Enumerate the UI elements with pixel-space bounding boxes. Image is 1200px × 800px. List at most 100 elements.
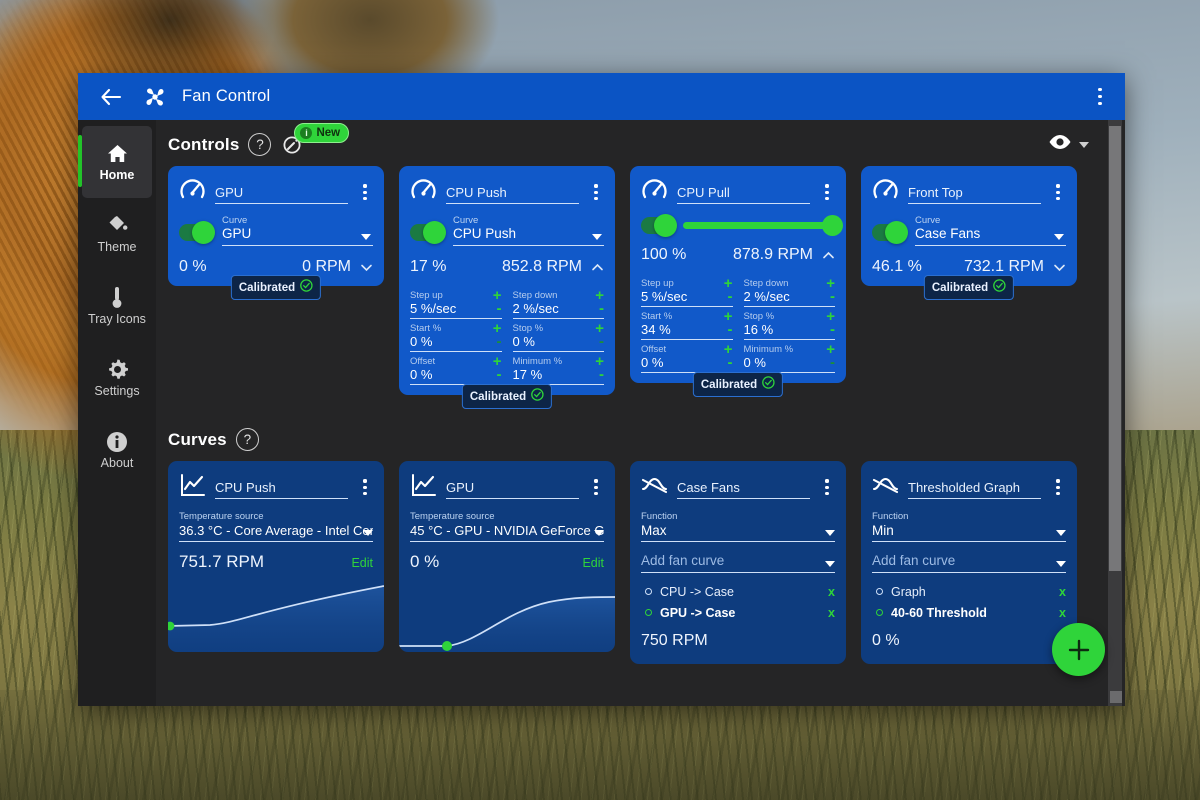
decrement-button[interactable]: - [830,358,835,368]
list-item[interactable]: GPU -> Case x [641,602,835,623]
control-enable-toggle[interactable] [179,224,212,241]
card-kebab-menu-icon[interactable] [819,184,835,204]
step-value[interactable]: 0 % [410,334,432,349]
decrement-button[interactable]: - [497,337,502,347]
sidebar-item-home[interactable]: Home [82,126,152,198]
edit-curve-button[interactable]: Edit [582,556,604,570]
list-item[interactable]: 40-60 Threshold x [872,602,1066,623]
step-value[interactable]: 2 %/sec [513,301,559,316]
control-enable-toggle[interactable] [641,217,674,234]
increment-button[interactable]: + [493,357,502,367]
add-fan-curve-select[interactable]: Add fan curve [872,551,1066,573]
back-arrow-icon[interactable] [96,82,126,112]
curve-select[interactable]: Curve Case Fans [915,215,1066,246]
temperature-source-select[interactable]: Temperature source 36.3 °C - Core Averag… [179,511,373,542]
curve-card-cpu-push: CPU Push Temperature source 36.3 °C - Co… [168,461,384,652]
curve-name-field[interactable]: GPU [446,480,579,499]
curve-select[interactable]: Curve CPU Push [453,215,604,246]
curve-name-field[interactable]: Case Fans [677,480,810,499]
chevron-down-icon [361,234,371,240]
increment-button[interactable]: + [595,357,604,367]
card-kebab-menu-icon[interactable] [819,479,835,499]
decrement-button[interactable]: - [497,304,502,314]
control-name-field[interactable]: GPU [215,185,348,204]
scrollbar-thumb[interactable] [1109,126,1121,571]
decrement-button[interactable]: - [728,358,733,368]
curve-graph-preview[interactable] [399,580,615,652]
increment-button[interactable]: + [826,345,835,355]
decrement-button[interactable]: - [599,304,604,314]
card-kebab-menu-icon[interactable] [588,184,604,204]
decrement-button[interactable]: - [728,292,733,302]
remove-icon[interactable]: x [1059,585,1066,599]
decrement-button[interactable]: - [830,325,835,335]
step-value[interactable]: 34 % [641,322,671,337]
add-fan-curve-select[interactable]: Add fan curve [641,551,835,573]
add-button[interactable] [1052,623,1105,676]
increment-button[interactable]: + [493,324,502,334]
control-enable-toggle[interactable] [872,224,905,241]
card-kebab-menu-icon[interactable] [588,479,604,499]
control-name-field[interactable]: CPU Push [446,185,579,204]
chevron-up-icon[interactable] [591,261,604,274]
wrench-icon[interactable]: i New [280,131,308,159]
step-value[interactable]: 0 % [641,355,663,370]
increment-button[interactable]: + [595,324,604,334]
curve-name-field[interactable]: Thresholded Graph [908,480,1041,499]
control-name-field[interactable]: CPU Pull [677,185,810,204]
mix-curve-icon [641,472,668,499]
curve-select[interactable]: Curve GPU [222,215,373,246]
remove-icon[interactable]: x [828,606,835,620]
decrement-button[interactable]: - [497,370,502,380]
increment-button[interactable]: + [826,312,835,322]
chevron-down-icon[interactable] [1053,261,1066,274]
chevron-up-icon[interactable] [822,249,835,262]
card-kebab-menu-icon[interactable] [1050,479,1066,499]
card-kebab-menu-icon[interactable] [357,184,373,204]
temperature-source-select[interactable]: Temperature source 45 °C - GPU - NVIDIA … [410,511,604,542]
sidebar-item-tray-icons[interactable]: Tray Icons [78,270,156,342]
sidebar-item-about[interactable]: About [78,414,156,486]
increment-button[interactable]: + [595,291,604,301]
chevron-down-icon[interactable] [360,261,373,274]
remove-icon[interactable]: x [1059,606,1066,620]
curves-help-icon[interactable]: ? [236,428,259,451]
curve-graph-preview[interactable] [168,580,384,652]
step-value[interactable]: 2 %/sec [744,289,790,304]
step-value[interactable]: 5 %/sec [410,301,456,316]
function-select[interactable]: Function Max [641,511,835,542]
edit-curve-button[interactable]: Edit [351,556,373,570]
card-kebab-menu-icon[interactable] [357,479,373,499]
step-value[interactable]: 17 % [513,367,543,382]
step-value[interactable]: 0 % [744,355,766,370]
decrement-button[interactable]: - [599,337,604,347]
remove-icon[interactable]: x [828,585,835,599]
increment-button[interactable]: + [724,312,733,322]
step-value[interactable]: 0 % [513,334,535,349]
card-kebab-menu-icon[interactable] [1050,184,1066,204]
increment-button[interactable]: + [724,345,733,355]
control-enable-toggle[interactable] [410,224,443,241]
vertical-scrollbar[interactable] [1108,120,1122,706]
manual-speed-slider[interactable] [683,222,835,229]
step-value[interactable]: 0 % [410,367,432,382]
decrement-button[interactable]: - [830,292,835,302]
function-select[interactable]: Function Min [872,511,1066,542]
step-value[interactable]: 5 %/sec [641,289,687,304]
controls-help-icon[interactable]: ? [248,133,271,156]
kebab-menu-icon[interactable] [1087,82,1113,112]
chevron-down-icon [1056,561,1066,567]
increment-button[interactable]: + [724,279,733,289]
sidebar-item-theme[interactable]: Theme [78,198,156,270]
list-item[interactable]: CPU -> Case x [641,581,835,602]
visibility-toggle[interactable] [1048,134,1089,155]
control-name-field[interactable]: Front Top [908,185,1041,204]
increment-button[interactable]: + [826,279,835,289]
increment-button[interactable]: + [493,291,502,301]
sidebar-item-settings[interactable]: Settings [78,342,156,414]
curve-name-field[interactable]: CPU Push [215,480,348,499]
decrement-button[interactable]: - [728,325,733,335]
step-value[interactable]: 16 % [744,322,774,337]
decrement-button[interactable]: - [599,370,604,380]
list-item[interactable]: Graph x [872,581,1066,602]
